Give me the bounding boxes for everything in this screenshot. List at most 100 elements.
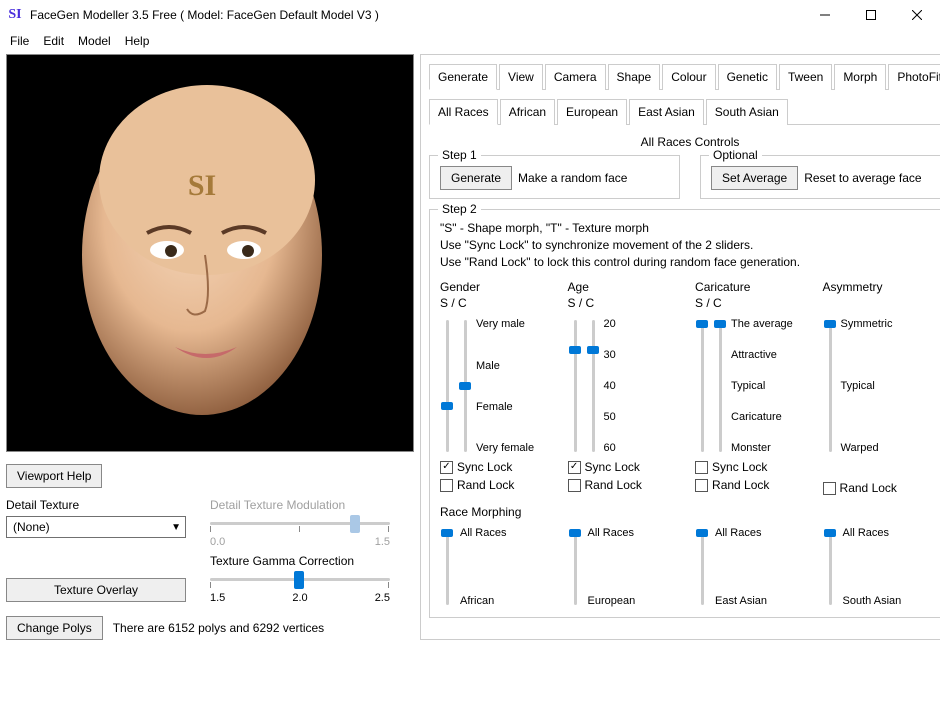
viewport-3d[interactable]: SI — [6, 54, 414, 452]
texture-overlay-button[interactable]: Texture Overlay — [6, 578, 186, 602]
age-sync-lock-checkbox[interactable]: ✓ — [568, 461, 581, 474]
asymmetry-scale-2: Warped — [841, 442, 893, 454]
subtab-european[interactable]: European — [557, 99, 627, 125]
age-rand-lock-checkbox[interactable] — [568, 479, 581, 492]
titlebar: SI FaceGen Modeller 3.5 Free ( Model: Fa… — [0, 0, 940, 30]
maximize-button[interactable] — [848, 0, 894, 30]
gender-slider-s[interactable] — [440, 316, 454, 456]
subtab-african[interactable]: African — [500, 99, 555, 125]
right-panel: Generate View Camera Shape Colour Geneti… — [420, 54, 940, 640]
gender-sync-lock-label: Sync Lock — [457, 460, 512, 474]
caricature-scale-1: Attractive — [731, 349, 793, 361]
controls-title: All Races Controls — [429, 135, 940, 149]
detail-modulation-max: 1.5 — [375, 536, 390, 548]
gender-sub: S / C — [440, 296, 558, 310]
race-slider-south-asian[interactable] — [823, 525, 837, 609]
race-slider-african[interactable] — [440, 525, 454, 609]
sub-tabs: All Races African European East Asian So… — [429, 98, 940, 125]
gamma-label: Texture Gamma Correction — [210, 554, 390, 568]
viewport-help-button[interactable]: Viewport Help — [6, 464, 102, 488]
asymmetry-column: Asymmetry Symmetric Typical Warped Rand … — [823, 280, 940, 495]
minimize-icon — [820, 10, 830, 20]
asymmetry-scale-1: Typical — [841, 380, 893, 392]
age-title: Age — [568, 280, 686, 294]
poly-status: There are 6152 polys and 6292 vertices — [113, 621, 324, 635]
tab-tween[interactable]: Tween — [779, 64, 832, 90]
gender-scale-2: Female — [476, 401, 534, 413]
age-slider-s[interactable] — [568, 316, 582, 456]
age-scale-3: 50 — [604, 411, 616, 423]
step1-legend: Step 1 — [438, 148, 481, 162]
menu-file[interactable]: File — [4, 32, 35, 50]
subtab-south-asian[interactable]: South Asian — [706, 99, 788, 125]
tab-morph[interactable]: Morph — [834, 64, 886, 90]
tab-photofit[interactable]: PhotoFit — [888, 64, 940, 90]
tab-generate[interactable]: Generate — [429, 64, 497, 90]
asymmetry-rand-lock-checkbox[interactable] — [823, 482, 836, 495]
age-scale-0: 20 — [604, 318, 616, 330]
subtab-all-races[interactable]: All Races — [429, 99, 498, 125]
gamma-min: 1.5 — [210, 592, 225, 604]
gender-scale-0: Very male — [476, 318, 534, 330]
age-sync-lock-label: Sync Lock — [585, 460, 640, 474]
age-slider-c[interactable] — [586, 316, 600, 456]
face-render: SI — [7, 55, 413, 451]
detail-texture-select[interactable]: (None) ▼ — [6, 516, 186, 538]
caricature-sync-lock-checkbox[interactable] — [695, 461, 708, 474]
age-column: Age S / C 20 30 40 50 60 ✓Sync Lock — [568, 280, 686, 495]
menu-help[interactable]: Help — [119, 32, 156, 50]
app-icon: SI — [6, 6, 24, 24]
detail-modulation-label: Detail Texture Modulation — [210, 498, 390, 512]
race-0-top: All Races — [460, 527, 506, 539]
caricature-scale-3: Caricature — [731, 411, 793, 423]
step2-legend: Step 2 — [438, 202, 481, 216]
race-1-top: All Races — [588, 527, 636, 539]
gender-sync-lock-checkbox[interactable]: ✓ — [440, 461, 453, 474]
race-slider-european[interactable] — [568, 525, 582, 609]
caricature-slider-s[interactable] — [695, 316, 709, 456]
gender-slider-c[interactable] — [458, 316, 472, 456]
set-average-button[interactable]: Set Average — [711, 166, 798, 190]
asymmetry-title: Asymmetry — [823, 280, 940, 294]
gender-rand-lock-checkbox[interactable] — [440, 479, 453, 492]
set-average-description: Reset to average face — [804, 171, 921, 185]
detail-modulation-slider[interactable] — [210, 512, 390, 536]
menu-model[interactable]: Model — [72, 32, 117, 50]
caricature-slider-c[interactable] — [713, 316, 727, 456]
generate-description: Make a random face — [518, 171, 627, 185]
caricature-sub: S / C — [695, 296, 813, 310]
age-scale-1: 30 — [604, 349, 616, 361]
tab-shape[interactable]: Shape — [608, 64, 661, 90]
change-polys-button[interactable]: Change Polys — [6, 616, 103, 640]
detail-modulation-min: 0.0 — [210, 536, 225, 548]
caricature-scale-2: Typical — [731, 380, 793, 392]
caricature-sync-lock-label: Sync Lock — [712, 460, 767, 474]
asymmetry-rand-lock-label: Rand Lock — [840, 481, 897, 495]
caricature-rand-lock-checkbox[interactable] — [695, 479, 708, 492]
tab-genetic[interactable]: Genetic — [718, 64, 777, 90]
age-scale-4: 60 — [604, 442, 616, 454]
asymmetry-slider[interactable] — [823, 316, 837, 456]
close-button[interactable] — [894, 0, 940, 30]
main-tabs: Generate View Camera Shape Colour Geneti… — [429, 63, 940, 90]
race-1-bottom: European — [588, 595, 636, 607]
gender-column: Gender S / C Very male Male Female Very … — [440, 280, 558, 495]
step2-instructions: "S" - Shape morph, "T" - Texture morph U… — [440, 220, 940, 270]
race-slider-east-asian[interactable] — [695, 525, 709, 609]
subtab-east-asian[interactable]: East Asian — [629, 99, 704, 125]
window-title: FaceGen Modeller 3.5 Free ( Model: FaceG… — [30, 8, 802, 22]
menu-edit[interactable]: Edit — [37, 32, 70, 50]
gamma-slider[interactable] — [210, 568, 390, 592]
gamma-max: 2.5 — [375, 592, 390, 604]
svg-text:SI: SI — [188, 169, 216, 202]
caricature-scale-4: Monster — [731, 442, 793, 454]
tab-view[interactable]: View — [499, 64, 543, 90]
tab-colour[interactable]: Colour — [662, 64, 715, 90]
minimize-button[interactable] — [802, 0, 848, 30]
caricature-title: Caricature — [695, 280, 813, 294]
generate-button[interactable]: Generate — [440, 166, 512, 190]
age-scale-2: 40 — [604, 380, 616, 392]
caricature-rand-lock-label: Rand Lock — [712, 478, 769, 492]
race-3-bottom: South Asian — [843, 595, 902, 607]
tab-camera[interactable]: Camera — [545, 64, 606, 90]
